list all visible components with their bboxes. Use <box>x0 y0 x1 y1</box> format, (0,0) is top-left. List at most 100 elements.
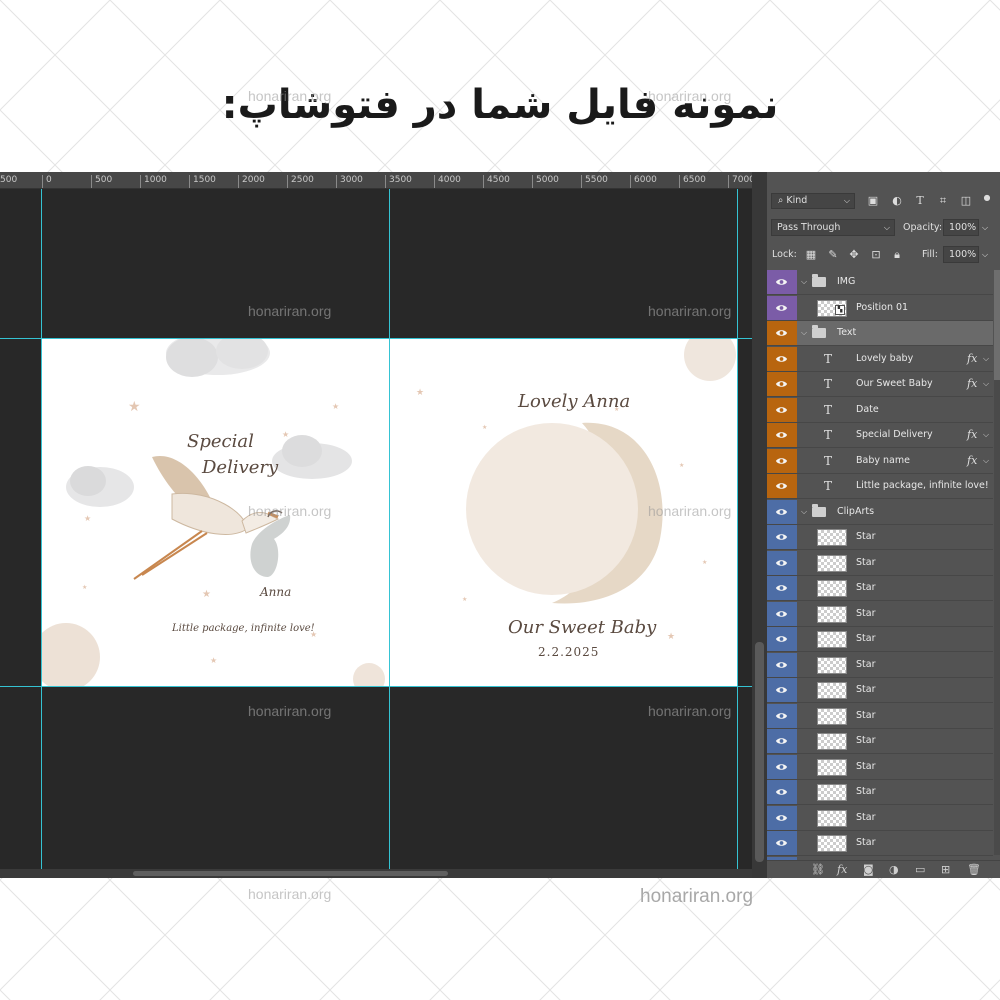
visibility-toggle[interactable] <box>767 270 797 294</box>
layer-row[interactable]: Star <box>767 703 993 729</box>
visibility-toggle[interactable] <box>767 397 797 422</box>
visibility-toggle[interactable] <box>767 729 797 753</box>
new-group-icon[interactable]: ▭ <box>915 863 925 877</box>
filter-toggle-icon[interactable]: ● <box>981 192 993 204</box>
visibility-toggle[interactable] <box>767 652 797 677</box>
layer-name: Star <box>856 531 876 542</box>
layer-row[interactable]: Star <box>767 550 993 576</box>
fx-icon[interactable]: fx <box>967 449 977 473</box>
layer-row[interactable]: Star <box>767 652 993 678</box>
layer-group-row[interactable]: ⌵ IMG <box>767 270 993 295</box>
expand-arrow-icon[interactable]: ⌵ <box>801 321 807 345</box>
lock-pixels-icon[interactable]: ✎ <box>827 249 839 261</box>
eye-icon <box>775 687 788 693</box>
visibility-toggle[interactable] <box>767 423 797 447</box>
layer-row[interactable]: T Date <box>767 397 993 423</box>
layer-row[interactable]: Star <box>767 627 993 652</box>
layer-row[interactable]: Star <box>767 729 993 754</box>
visibility-toggle[interactable] <box>767 601 797 626</box>
scroll-thumb[interactable] <box>994 270 1000 380</box>
adjustment-filter-icon[interactable]: ◐ <box>891 195 903 207</box>
smart-object-badge-icon: ▚ <box>835 304 845 315</box>
visibility-toggle[interactable] <box>767 448 797 473</box>
layer-row[interactable]: Star <box>767 805 993 831</box>
layer-row[interactable]: ▚ Position 01 <box>767 295 993 321</box>
new-layer-icon[interactable]: ⊞ <box>941 863 950 877</box>
visibility-toggle[interactable] <box>767 831 797 855</box>
visibility-toggle[interactable] <box>767 805 797 830</box>
panel-scrollbar[interactable] <box>994 270 1000 855</box>
chevron-down-icon[interactable]: ⌵ <box>983 372 989 396</box>
expand-arrow-icon[interactable]: ⌵ <box>801 500 807 524</box>
expand-arrow-icon[interactable]: ⌵ <box>801 270 807 294</box>
shape-filter-icon[interactable]: ⌗ <box>937 195 949 207</box>
fill-label: Fill: <box>922 249 938 260</box>
type-filter-icon[interactable]: T <box>914 195 926 207</box>
fx-icon[interactable]: fx <box>967 347 977 371</box>
visibility-toggle[interactable] <box>767 627 797 651</box>
image-filter-icon[interactable]: ▣ <box>867 195 879 207</box>
visibility-toggle[interactable] <box>767 703 797 728</box>
layer-row[interactable]: T Little package, infinite love! <box>767 474 993 499</box>
fx-icon[interactable]: fx <box>967 372 977 396</box>
guide-vertical[interactable] <box>41 189 42 869</box>
layer-row[interactable]: Tfx ⌵ Baby name <box>767 448 993 474</box>
visibility-toggle[interactable] <box>767 550 797 575</box>
visibility-toggle[interactable] <box>767 295 797 320</box>
layer-row[interactable]: Star <box>767 576 993 601</box>
layer-row[interactable]: Tfx ⌵ Our Sweet Baby <box>767 372 993 397</box>
vertical-scrollbar[interactable] <box>752 172 767 878</box>
scroll-thumb[interactable] <box>133 871 448 876</box>
layer-row[interactable]: Star <box>767 601 993 627</box>
blend-mode-dropdown[interactable]: Pass Through ⌵ <box>771 219 895 236</box>
trash-icon[interactable]: 🗑︎ <box>967 863 981 877</box>
artboard-lock-icon[interactable]: ⊡ <box>870 249 882 261</box>
layer-row[interactable]: Star <box>767 678 993 703</box>
lock-position-icon[interactable]: ✥ <box>848 249 860 261</box>
visibility-toggle[interactable] <box>767 346 797 371</box>
guide-horizontal[interactable] <box>0 338 752 339</box>
visibility-toggle[interactable] <box>767 372 797 396</box>
lock-transparent-icon[interactable]: ▦ <box>805 249 817 261</box>
layer-row[interactable]: Tfx ⌵ Special Delivery <box>767 423 993 448</box>
layer-group-row[interactable]: ⌵ Text <box>767 321 993 346</box>
visibility-toggle[interactable] <box>767 576 797 600</box>
layer-row[interactable]: Star <box>767 780 993 805</box>
smart-object-filter-icon[interactable]: ◫ <box>960 195 972 207</box>
opacity-input[interactable]: 100% <box>943 219 979 236</box>
visibility-toggle[interactable] <box>767 678 797 702</box>
horizontal-ruler: 500 0 500 1000 1500 2000 2500 3000 3500 4000 4500 5… <box>0 172 755 189</box>
horizontal-scrollbar[interactable] <box>0 869 752 878</box>
scroll-thumb[interactable] <box>755 642 764 862</box>
fx-icon[interactable]: fx <box>967 423 977 447</box>
chevron-down-icon[interactable]: ⌵ <box>982 246 988 263</box>
fx-icon[interactable]: fx <box>837 863 847 877</box>
layer-row[interactable]: Star <box>767 831 993 856</box>
chevron-down-icon[interactable]: ⌵ <box>983 449 989 473</box>
layer-row[interactable]: Star <box>767 525 993 550</box>
visibility-toggle[interactable] <box>767 321 797 345</box>
adjustment-layer-icon[interactable]: ◑ <box>889 863 899 877</box>
layer-group-row[interactable]: ⌵ ClipArts <box>767 499 993 525</box>
layer-row[interactable]: Tfx ⌵ Lovely baby <box>767 346 993 372</box>
chevron-down-icon[interactable]: ⌵ <box>982 219 988 236</box>
visibility-toggle[interactable] <box>767 525 797 549</box>
ruler-label: 500 <box>0 175 17 188</box>
visibility-toggle[interactable] <box>767 780 797 804</box>
visibility-toggle[interactable] <box>767 499 797 524</box>
chevron-down-icon[interactable]: ⌵ <box>983 347 989 371</box>
guide-vertical[interactable] <box>389 189 390 869</box>
visibility-toggle[interactable] <box>767 474 797 498</box>
smart-object-thumbnail: ▚ <box>817 299 847 317</box>
visibility-toggle[interactable] <box>767 754 797 779</box>
guide-horizontal[interactable] <box>0 686 752 687</box>
layer-filter-dropdown[interactable]: ⌕ Kind ⌵ <box>771 193 855 209</box>
link-icon[interactable]: ⛓ <box>811 863 825 877</box>
lock-all-icon[interactable]: 🔒︎ <box>891 249 903 261</box>
layer-row[interactable]: Star <box>767 754 993 780</box>
guide-vertical[interactable] <box>737 189 738 869</box>
canvas-area[interactable]: ★ ★ ★ ★ ★ ★ ★ ★ ★ ★ ★ ★ ★ ★ ★ Special De… <box>0 189 752 869</box>
mask-icon[interactable]: ◙ <box>863 863 874 877</box>
chevron-down-icon[interactable]: ⌵ <box>983 423 989 447</box>
fill-input[interactable]: 100% <box>943 246 979 263</box>
